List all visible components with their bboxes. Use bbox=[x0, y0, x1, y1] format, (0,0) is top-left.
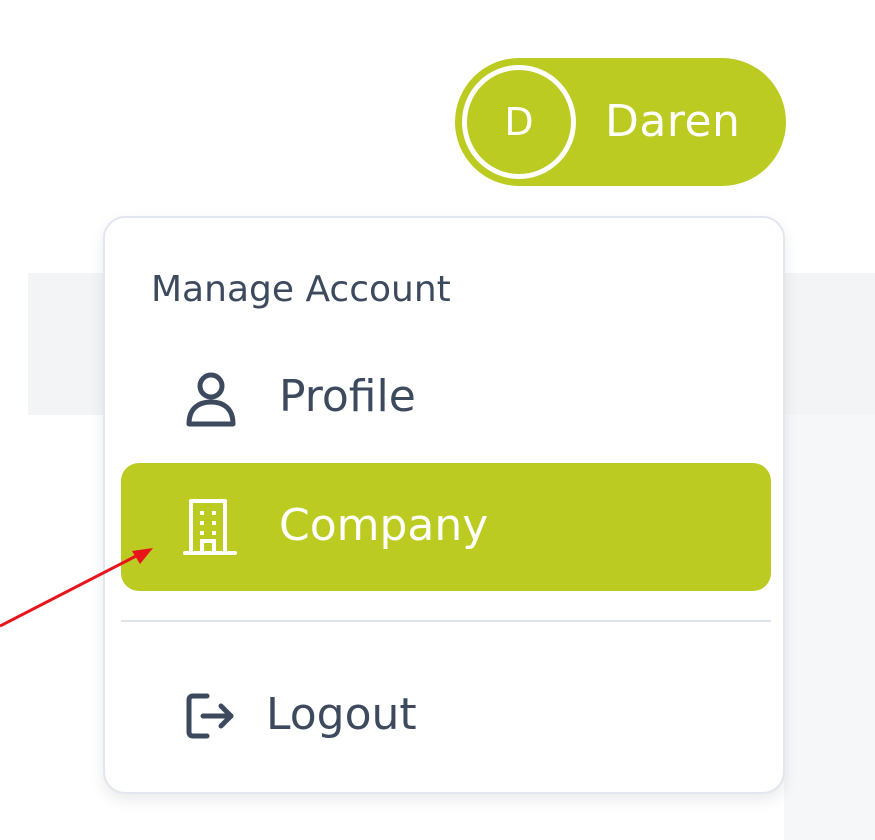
menu-item-profile[interactable]: Profile bbox=[121, 334, 771, 462]
avatar-initial: D bbox=[504, 100, 534, 144]
user-icon bbox=[181, 368, 241, 428]
menu-heading: Manage Account bbox=[151, 269, 451, 310]
menu-item-logout[interactable]: Logout bbox=[121, 652, 771, 780]
account-dropdown-menu: Manage Account Profile Company Logout bbox=[103, 216, 785, 794]
menu-item-label: Company bbox=[279, 500, 489, 551]
logout-icon bbox=[181, 686, 241, 746]
menu-item-label: Profile bbox=[279, 371, 416, 422]
menu-item-label: Logout bbox=[266, 689, 417, 740]
user-menu-button[interactable]: D Daren bbox=[455, 58, 786, 186]
page: D Daren Manage Account Profile Company L… bbox=[0, 0, 875, 840]
annotation-arrow-icon bbox=[0, 548, 153, 628]
building-icon bbox=[181, 497, 241, 557]
user-name: Daren bbox=[605, 96, 741, 147]
menu-item-company[interactable]: Company bbox=[121, 463, 771, 591]
background-panel-right bbox=[784, 415, 875, 840]
avatar: D bbox=[462, 65, 576, 179]
menu-divider bbox=[121, 620, 771, 622]
